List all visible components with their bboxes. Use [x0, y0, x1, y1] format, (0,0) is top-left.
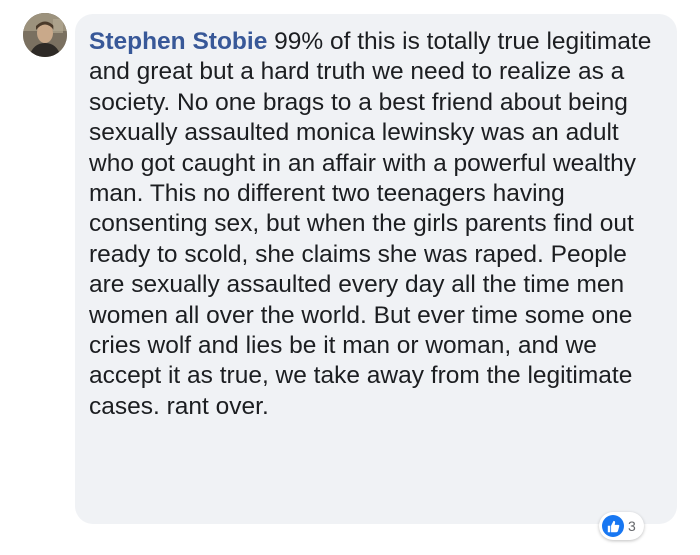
comment-body: Stephen Stobie 99% of this is totally tr… [89, 27, 665, 422]
comment-text: 99% of this is totally true legitimate a… [89, 28, 652, 420]
avatar-photo [23, 13, 67, 57]
reaction-count: 3 [628, 518, 636, 534]
comment-author-link[interactable]: Stephen Stobie [89, 28, 267, 55]
reaction-summary[interactable]: 3 [599, 512, 644, 540]
like-icon [602, 515, 624, 537]
avatar[interactable] [23, 13, 67, 57]
comment-bubble: Stephen Stobie 99% of this is totally tr… [75, 14, 677, 524]
